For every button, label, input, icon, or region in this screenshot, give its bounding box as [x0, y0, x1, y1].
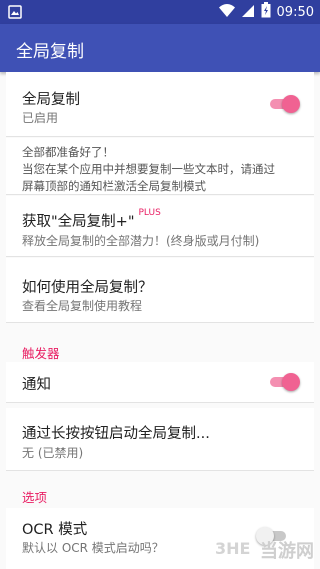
how-to-use-subtitle: 查看全局复制使用教程: [22, 299, 143, 313]
ready-message-card: 全部都准备好了！ 当您在某个应用中并想要复制一些文本时，请通过 屏幕顶部的通知栏…: [6, 138, 314, 195]
long-press-title: 通过长按按钮启动全局复制...: [22, 426, 210, 442]
wifi-icon: [218, 3, 235, 22]
notification-switch[interactable]: [268, 372, 300, 392]
global-copy-title: 全局复制: [22, 92, 80, 108]
get-plus-subtitle: 释放全局复制的全部潜力！(终身版或月付制): [22, 234, 260, 248]
get-plus-title: 获取"全局复制+": [22, 214, 135, 230]
long-press-trigger-item[interactable]: 通过长按按钮启动全局复制... 无 (已禁用): [6, 408, 314, 471]
ready-message-line: 当您在某个应用中并想要复制一些文本时，请通过: [22, 162, 275, 176]
global-copy-switch[interactable]: [268, 94, 300, 114]
ocr-mode-title: OCR 模式: [22, 522, 88, 538]
app-title: 全局复制: [16, 42, 84, 62]
ready-message: 全部都准备好了！ 当您在某个应用中并想要复制一些文本时，请通过 屏幕顶部的通知栏…: [22, 144, 275, 195]
section-header-trigger: 触发器: [22, 346, 60, 361]
clock: 09:50: [276, 4, 314, 20]
get-plus-item[interactable]: 获取"全局复制+"PLUS 释放全局复制的全部潜力！(终身版或月付制): [6, 196, 314, 257]
watermark: 3HE 当游网: [215, 537, 314, 563]
how-to-use-title: 如何使用全局复制？: [22, 280, 153, 296]
long-press-status: 无 (已禁用): [22, 446, 84, 460]
section-header-options: 选项: [22, 490, 48, 505]
ready-message-line: 全部都准备好了！: [22, 145, 114, 159]
watermark-text: 当游网: [260, 541, 314, 562]
ocr-mode-subtitle: 默认以 OCR 模式启动吗？: [22, 541, 164, 555]
notification-title: 通知: [22, 377, 51, 393]
svg-text:3HE: 3HE: [215, 539, 250, 557]
global-copy-status: 已启用: [22, 111, 59, 125]
global-copy-setting[interactable]: 全局复制 已启用: [6, 72, 314, 137]
gallery-notification-icon: [8, 4, 22, 23]
status-bar: 09:50: [0, 0, 320, 24]
app-bar: 全局复制: [0, 24, 320, 72]
battery-charging-icon: [261, 2, 271, 22]
how-to-use-item[interactable]: 如何使用全局复制？ 查看全局复制使用教程: [6, 258, 314, 323]
watermark-logo-icon: 3HE: [215, 539, 257, 561]
notification-setting[interactable]: 通知: [6, 362, 314, 403]
switch-thumb: [282, 373, 300, 391]
plus-badge: PLUS: [138, 208, 161, 218]
get-plus-title-row: 获取"全局复制+"PLUS: [22, 208, 161, 231]
ready-message-line: 屏幕顶部的通知栏激活全局复制模式: [22, 179, 206, 193]
switch-thumb: [282, 95, 300, 113]
cellular-signal-icon: [241, 3, 255, 22]
